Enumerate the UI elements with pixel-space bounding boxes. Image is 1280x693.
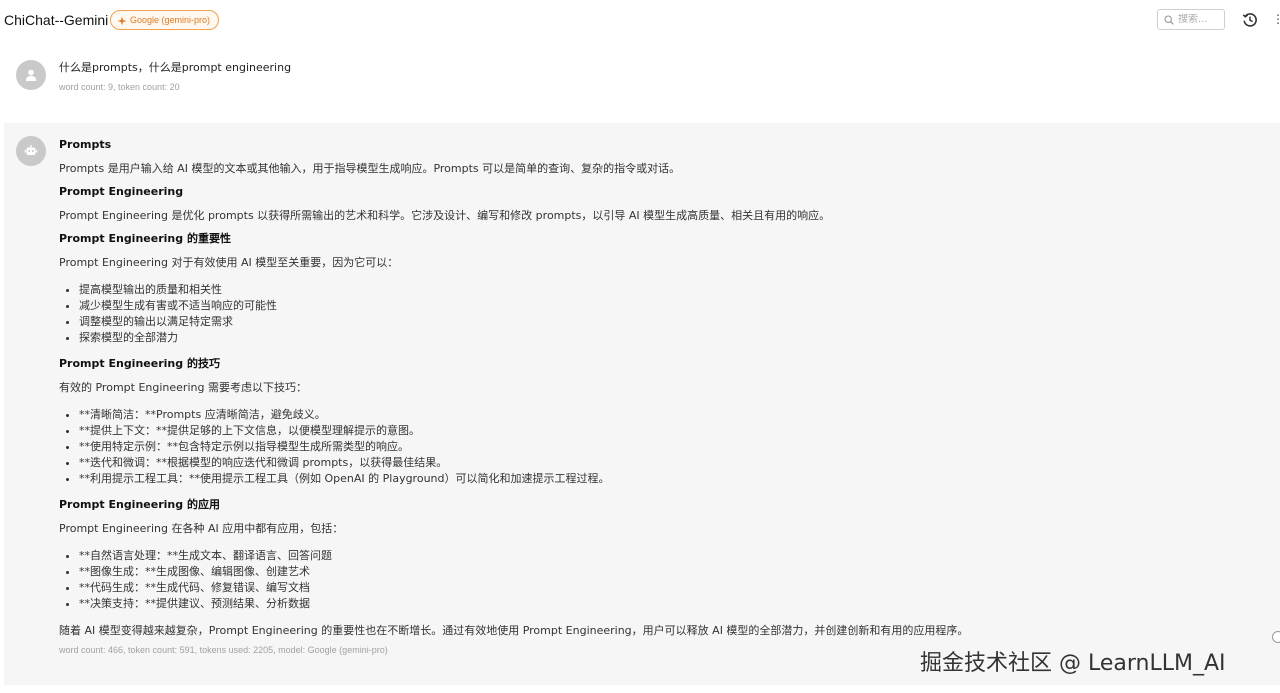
list-item: **迭代和微调：**根据模型的响应迭代和微调 prompts，以获得最佳结果。: [79, 455, 1159, 471]
list-item: 探索模型的全部潜力: [79, 330, 1159, 346]
section-heading: Prompt Engineering 的技巧: [59, 357, 220, 370]
list-item: 提高模型输出的质量和相关性: [79, 282, 1159, 298]
paragraph: Prompt Engineering 对于有效使用 AI 模型至关重要，因为它可…: [59, 256, 399, 269]
user-message-text: 什么是prompts，什么是prompt engineering: [59, 61, 292, 74]
list-item: **代码生成：**生成代码、修复错误、编写文档: [79, 580, 1159, 596]
paragraph: 有效的 Prompt Engineering 需要考虑以下技巧：: [59, 381, 307, 394]
list-item: **使用特定示例：**包含特定示例以指导模型生成所需类型的响应。: [79, 439, 1159, 455]
search-icon: [1164, 14, 1174, 25]
paragraph: Prompt Engineering 是优化 prompts 以获得所需输出的艺…: [59, 209, 831, 222]
bot-avatar: [16, 136, 46, 166]
section-heading: Prompts: [59, 138, 112, 151]
bullet-list: **自然语言处理：**生成文本、翻译语言、回答问题 **图像生成：**生成图像、…: [59, 548, 1159, 612]
list-item: **利用提示工程工具：**使用提示工程工具（例如 OpenAI 的 Playgr…: [79, 471, 1159, 487]
bullet-list: 提高模型输出的质量和相关性 减少模型生成有害或不适当响应的可能性 调整模型的输出…: [59, 282, 1159, 346]
more-button[interactable]: ⋮: [1272, 10, 1280, 30]
header: ChiChat--Gemini Google (gemini-pro) ⋮: [0, 0, 1280, 40]
paragraph: Prompts 是用户输入给 AI 模型的文本或其他输入，用于指导模型生成响应。…: [59, 162, 681, 175]
list-item: 减少模型生成有害或不适当响应的可能性: [79, 298, 1159, 314]
list-item: **决策支持：**提供建议、预测结果、分析数据: [79, 596, 1159, 612]
user-message: 什么是prompts，什么是prompt engineering word co…: [0, 50, 1280, 114]
list-item: 调整模型的输出以满足特定需求: [79, 314, 1159, 330]
sparkle-icon: [117, 16, 127, 26]
history-button[interactable]: [1240, 10, 1260, 30]
bot-message-content: Prompts Prompts 是用户输入给 AI 模型的文本或其他输入，用于指…: [59, 138, 1159, 657]
model-badge-label: Google (gemini-pro): [130, 15, 211, 25]
paragraph: 随着 AI 模型变得越来越复杂，Prompt Engineering 的重要性也…: [59, 624, 969, 637]
user-message-meta: word count: 9, token count: 20: [59, 82, 180, 92]
list-item: **清晰简洁：**Prompts 应清晰简洁，避免歧义。: [79, 407, 1159, 423]
section-heading: Prompt Engineering 的应用: [59, 498, 220, 511]
watermark: 掘金技术社区 @ LearnLLM_AI: [920, 651, 1226, 676]
list-item: **自然语言处理：**生成文本、翻译语言、回答问题: [79, 548, 1159, 564]
section-heading: Prompt Engineering 的重要性: [59, 232, 231, 245]
scroll-indicator-icon[interactable]: [1272, 631, 1280, 643]
bullet-list: **清晰简洁：**Prompts 应清晰简洁，避免歧义。 **提供上下文：**提…: [59, 407, 1159, 487]
model-badge[interactable]: Google (gemini-pro): [110, 10, 220, 30]
user-icon: [25, 69, 37, 81]
paragraph: Prompt Engineering 在各种 AI 应用中都有应用，包括：: [59, 522, 344, 535]
robot-icon: [24, 145, 38, 155]
history-icon: [1242, 13, 1257, 27]
bot-message: Prompts Prompts 是用户输入给 AI 模型的文本或其他输入，用于指…: [4, 123, 1280, 685]
search-input[interactable]: [1174, 14, 1218, 25]
section-heading: Prompt Engineering: [59, 185, 184, 198]
search-box[interactable]: [1157, 9, 1225, 30]
app-title: ChiChat--Gemini: [4, 12, 109, 28]
list-item: **图像生成：**生成图像、编辑图像、创建艺术: [79, 564, 1159, 580]
user-avatar: [16, 60, 46, 90]
list-item: **提供上下文：**提供足够的上下文信息，以便模型理解提示的意图。: [79, 423, 1159, 439]
